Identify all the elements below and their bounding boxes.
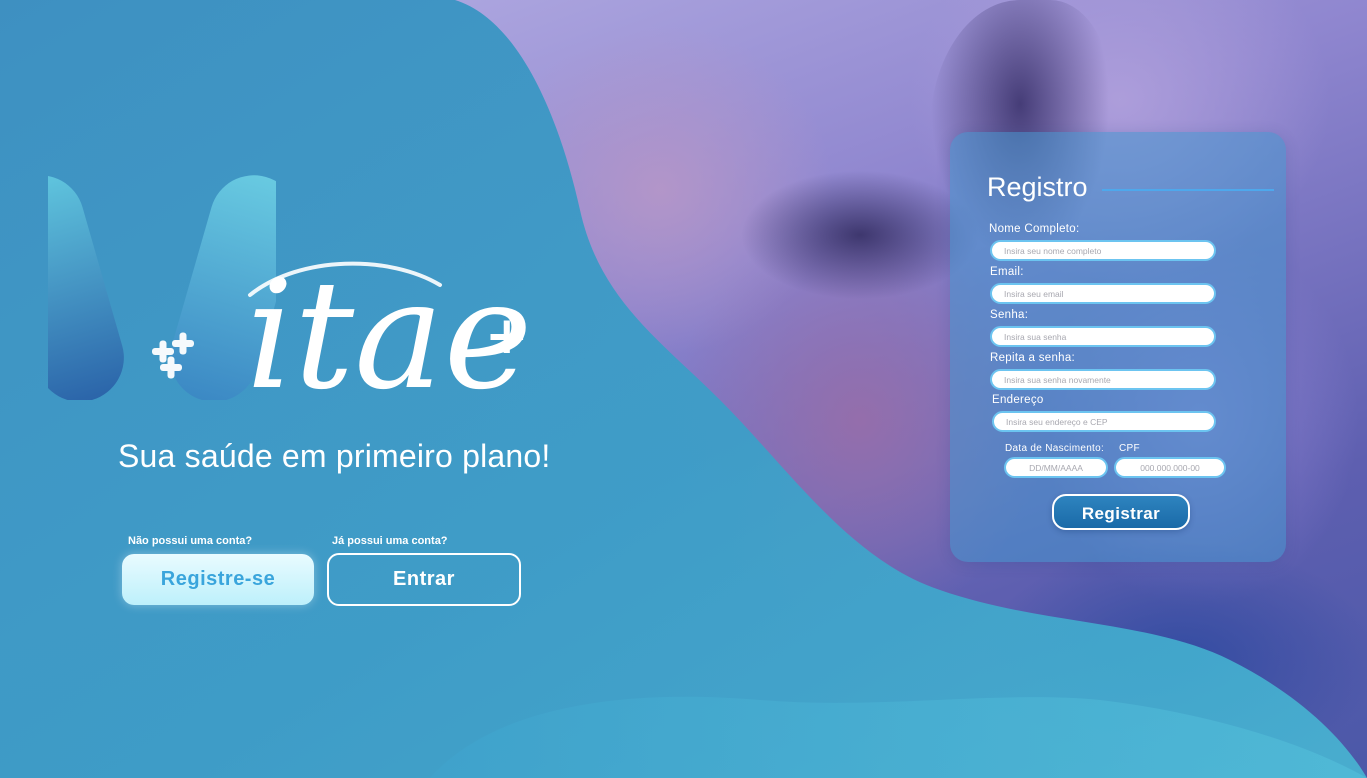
password-input[interactable] (990, 326, 1216, 347)
registration-title: Registro (987, 172, 1088, 202)
cpf-label: CPF (1119, 443, 1140, 454)
wordmark-plus: + (485, 306, 529, 366)
photo-detail (740, 170, 980, 300)
tagline: Sua saúde em primeiro plano! (118, 438, 551, 474)
cpf-input[interactable] (1114, 457, 1226, 478)
vitae-wordmark: itae + (246, 249, 532, 415)
no-account-label: Não possui uma conta? (128, 535, 253, 547)
birthdate-label: Data de Nascimento: (1005, 443, 1105, 454)
photo-detail (980, 540, 1367, 778)
repeat-password-label: Repita a senha: (990, 352, 1076, 364)
address-label: Endereço (992, 394, 1044, 406)
email-label: Email: (990, 266, 1024, 278)
full-name-input[interactable] (990, 240, 1216, 261)
registration-card: Registro Nome Completo: Email: Senha: Re… (950, 132, 1286, 562)
repeat-password-input[interactable] (990, 369, 1216, 390)
full-name-label: Nome Completo: (989, 223, 1080, 235)
email-input[interactable] (990, 283, 1216, 304)
register-button[interactable]: Registre-se (122, 554, 314, 605)
title-divider (1102, 189, 1274, 191)
birthdate-input[interactable] (1004, 457, 1108, 478)
submit-register-button[interactable]: Registrar (1052, 494, 1190, 530)
landing-page: itae + Sua saúde em primeiro plano! Não … (0, 0, 1367, 778)
address-input[interactable] (992, 411, 1216, 432)
have-account-label: Já possui uma conta? (332, 535, 448, 547)
login-button[interactable]: Entrar (327, 553, 521, 606)
password-label: Senha: (990, 309, 1029, 321)
